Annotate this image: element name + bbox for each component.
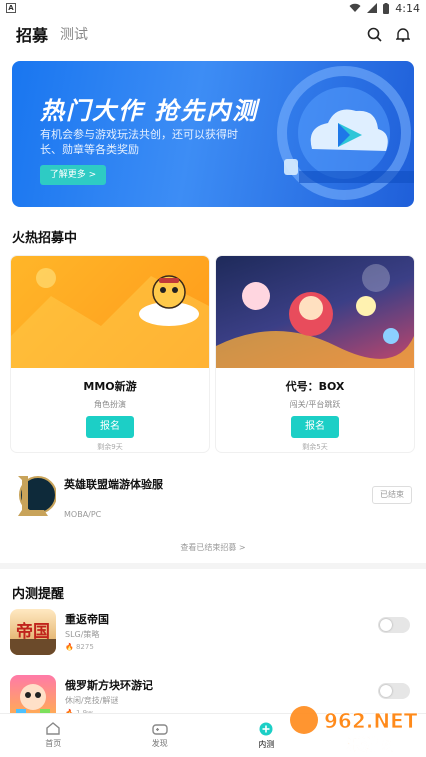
nav-home-label: 首页 [45, 739, 62, 748]
card-game-name: MMO新游 [83, 380, 137, 393]
card-game-name: 代号：BOX [285, 380, 345, 393]
beta-reminder-title: 内测提醒 [12, 587, 65, 602]
section-divider [0, 563, 426, 569]
ended-recruit-item[interactable]: 英雄联盟端游体验服 MOBA/PC 已结束 [12, 470, 414, 526]
heat-count: 🔥 8275 [65, 643, 94, 651]
plus-circle-icon [259, 722, 273, 735]
game-icon: 帝国 [10, 609, 56, 655]
banner-subtitle: 有机会参与游戏玩法共创，还可以获得时长、勋章等各类奖励 [40, 128, 238, 156]
watermark-subtext: 乐游网 [346, 735, 394, 754]
card-genre: 闯关/平台跳跃 [289, 400, 341, 409]
nav-discover-label: 发现 [151, 738, 168, 748]
reminder-toggle[interactable] [378, 617, 410, 633]
mmo-game-image [11, 256, 209, 368]
site-watermark: 962.NET 乐游网 [290, 706, 418, 754]
nav-beta-label: 内测 [258, 739, 275, 749]
recruit-card[interactable]: 代号：BOX 闯关/平台跳跃 报名 剩余5天 [216, 256, 414, 452]
home-icon [46, 722, 60, 735]
signup-button[interactable]: 报名 [291, 416, 339, 438]
tab-test[interactable]: 测试 [60, 24, 88, 44]
beta-list-item[interactable]: 帝国 重返帝国 SLG/策略 🔥 8275 [10, 609, 416, 661]
tab-recruit[interactable]: 招募 [16, 22, 48, 46]
top-bar: 招募 测试 [0, 16, 426, 52]
toggle-knob [380, 619, 392, 631]
watermark-text: 962.NET [324, 709, 418, 733]
heat-value: 8275 [75, 643, 94, 651]
lol-logo-icon [18, 476, 56, 516]
search-icon[interactable] [367, 27, 382, 42]
ended-badge: 已结束 [372, 486, 412, 504]
toggle-knob [380, 685, 392, 697]
gamepad-icon [152, 723, 168, 735]
signal-icon [367, 3, 378, 13]
status-bar: A 4:14 [0, 0, 426, 16]
beta-cloud-illustration [277, 66, 414, 200]
ended-game-tag: MOBA/PC [64, 510, 102, 519]
wifi-icon [349, 3, 361, 12]
reminder-toggle[interactable] [378, 683, 410, 699]
beta-game-name: 俄罗斯方块环游记 [65, 679, 153, 692]
promo-banner[interactable]: 热门大作 抢先内测 有机会参与游戏玩法共创，还可以获得时长、勋章等各类奖励 了解… [12, 61, 414, 207]
bell-icon[interactable] [396, 27, 410, 42]
game-icon-lettering: 帝国 [16, 621, 50, 642]
recruit-card[interactable]: MMO新游 角色扮演 报名 剩余9天 [11, 256, 209, 452]
beta-game-name: 重返帝国 [65, 613, 109, 626]
flame-icon: 🔥 [65, 643, 74, 651]
banner-title: 热门大作 抢先内测 [40, 97, 259, 125]
nav-home[interactable]: 首页 [0, 714, 107, 757]
beta-game-genre: SLG/策略 [65, 630, 100, 639]
signup-button[interactable]: 报名 [86, 416, 134, 438]
box-game-image [216, 256, 414, 368]
nav-discover[interactable]: 发现 [107, 714, 214, 757]
hot-recruit-title: 火热招募中 [12, 231, 78, 246]
days-remaining: 剩余5天 [302, 443, 328, 451]
learn-more-button[interactable]: 了解更多 > [40, 165, 106, 185]
card-genre: 角色扮演 [94, 400, 126, 409]
view-ended-link[interactable]: 查看已结束招募 > [0, 542, 426, 553]
battery-icon [383, 2, 390, 14]
clock: 4:14 [395, 1, 420, 15]
days-remaining: 剩余9天 [97, 443, 123, 451]
notification-a-icon: A [6, 3, 16, 13]
ended-game-name: 英雄联盟端游体验服 [64, 478, 163, 491]
beta-game-genre: 休闲/竞技/解谜 [65, 696, 119, 705]
